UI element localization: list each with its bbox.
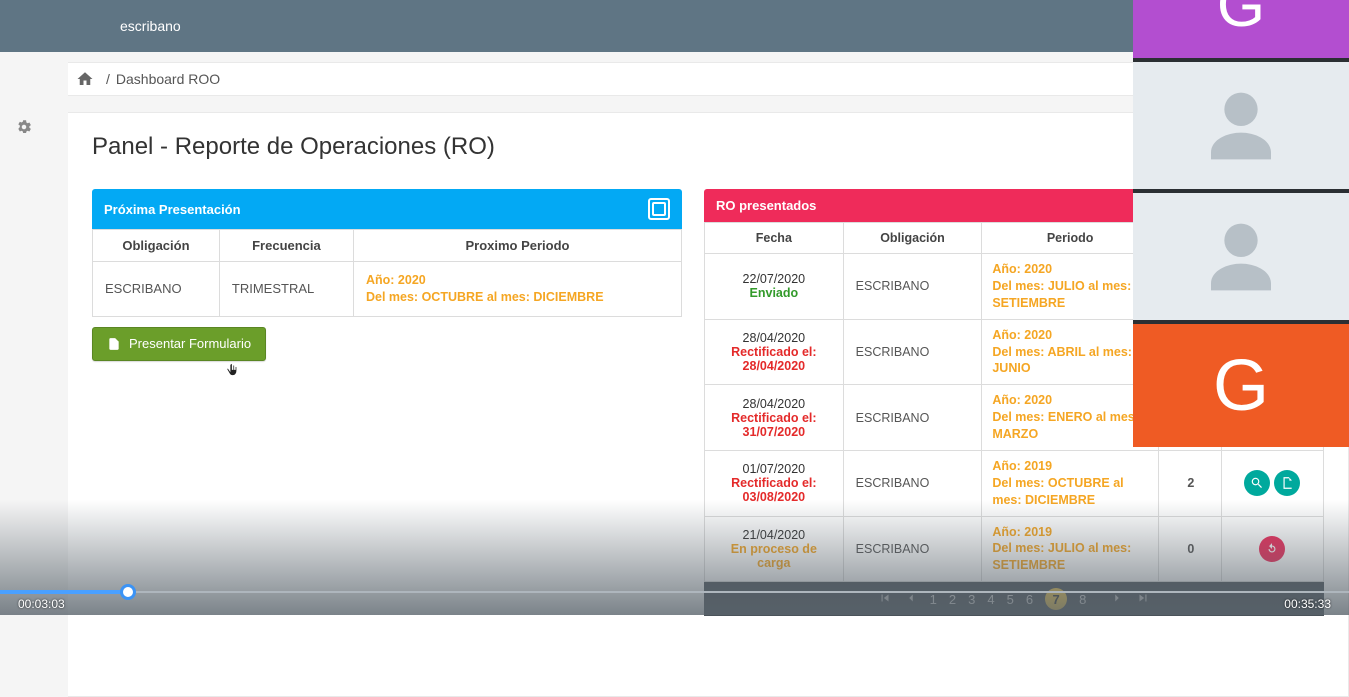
cell-regi: 0 (1158, 516, 1221, 582)
calendar-icon[interactable] (648, 198, 670, 220)
cell-fecha: 21/04/2020En proceso de carga (705, 516, 844, 582)
pager-page-4[interactable]: 4 (987, 592, 994, 607)
col-obligacion2: Obligación (843, 223, 982, 254)
pdf-icon[interactable] (1274, 470, 1300, 496)
cell-obligacion: ESCRIBANO (843, 319, 982, 385)
col-fecha: Fecha (705, 223, 844, 254)
videocall-participants-column: G G (1133, 0, 1349, 447)
cell-fecha: 28/04/2020Rectificado el: 31/07/2020 (705, 385, 844, 451)
cell-frecuencia: TRIMESTRAL (219, 262, 353, 317)
cell-obligacion: ESCRIBANO (843, 450, 982, 516)
cell-obligacion: ESCRIBANO (843, 254, 982, 320)
pager-page-3[interactable]: 3 (968, 592, 975, 607)
zoom-icon[interactable] (1244, 470, 1270, 496)
col-proximo-periodo: Proximo Periodo (353, 230, 681, 262)
refresh-icon[interactable] (1259, 536, 1285, 562)
col-obligacion: Obligación (93, 230, 220, 262)
table-row: ESCRIBANO TRIMESTRAL Año: 2020 Del mes: … (93, 262, 682, 317)
settings-gear-icon[interactable] (15, 118, 33, 141)
participant-initial: G (1213, 345, 1269, 427)
cell-periodo: Año: 2020Del mes: ENERO al mes: MARZO (982, 385, 1158, 451)
pager-page-1[interactable]: 1 (930, 592, 937, 607)
proxima-presentacion-panel: Próxima Presentación Obligación Frecuenc… (92, 189, 682, 616)
cell-fecha: 22/07/2020Enviado (705, 254, 844, 320)
logged-user-label: escribano (120, 18, 181, 34)
table-row: 01/07/2020Rectificado el: 03/08/2020ESCR… (705, 450, 1324, 516)
videocall-participant-3[interactable] (1133, 193, 1349, 320)
panel-left-title: Próxima Presentación (104, 202, 241, 217)
video-scrubber-played (0, 590, 128, 594)
periodo-line1: Año: 2020 (366, 273, 426, 287)
col-periodo2: Periodo (982, 223, 1158, 254)
periodo-line2: Del mes: OCTUBRE al mes: DICIEMBRE (366, 290, 604, 304)
pager-page-5[interactable]: 5 (1007, 592, 1014, 607)
presentar-formulario-button[interactable]: Presentar Formulario (92, 327, 266, 361)
cell-periodo: Año: 2020 Del mes: OCTUBRE al mes: DICIE… (353, 262, 681, 317)
panel-left-header: Próxima Presentación (92, 189, 682, 229)
presentar-formulario-label: Presentar Formulario (129, 336, 251, 351)
cell-regi: 2 (1158, 450, 1221, 516)
cell-periodo: Año: 2020Del mes: ABRIL al mes: JUNIO (982, 319, 1158, 385)
pager-page-8[interactable]: 8 (1079, 592, 1086, 607)
pager-last-icon[interactable] (1136, 591, 1150, 608)
cell-fecha: 28/04/2020Rectificado el: 28/04/2020 (705, 319, 844, 385)
col-frecuencia: Frecuencia (219, 230, 353, 262)
breadcrumb-sep: / (106, 71, 110, 87)
videocall-participant-1[interactable]: G (1133, 0, 1349, 58)
home-icon[interactable] (76, 70, 94, 88)
video-scrubber-handle[interactable] (120, 584, 136, 600)
cell-obligacion: ESCRIBANO (93, 262, 220, 317)
cell-actions (1221, 516, 1323, 582)
videocall-participant-2[interactable] (1133, 62, 1349, 189)
cell-obligacion: ESCRIBANO (843, 385, 982, 451)
pager-page-6[interactable]: 6 (1026, 592, 1033, 607)
cell-fecha: 01/07/2020Rectificado el: 03/08/2020 (705, 450, 844, 516)
pager-first-icon[interactable] (878, 591, 892, 608)
table-pager: 12345678 (704, 582, 1324, 616)
video-scrubber-track[interactable] (0, 591, 1349, 593)
proxima-presentacion-table: Obligación Frecuencia Proximo Periodo ES… (92, 229, 682, 317)
cell-actions (1221, 450, 1323, 516)
pager-next-icon[interactable] (1110, 591, 1124, 608)
cell-obligacion: ESCRIBANO (843, 516, 982, 582)
cell-periodo: Año: 2019Del mes: OCTUBRE al mes: DICIEM… (982, 450, 1158, 516)
breadcrumb-page[interactable]: Dashboard ROO (116, 71, 220, 87)
pager-prev-icon[interactable] (904, 591, 918, 608)
timecode-total: 00:35:33 (1284, 597, 1331, 611)
panel-right-title: RO presentados (716, 198, 816, 213)
videocall-participant-4-active[interactable]: G (1133, 324, 1349, 447)
cell-periodo: Año: 2020Del mes: JULIO al mes: SETIEMBR… (982, 254, 1158, 320)
cell-periodo: Año: 2019Del mes: JULIO al mes: SETIEMBR… (982, 516, 1158, 582)
table-row: 21/04/2020En proceso de cargaESCRIBANOAñ… (705, 516, 1324, 582)
pager-page-2[interactable]: 2 (949, 592, 956, 607)
timecode-current: 00:03:03 (18, 597, 65, 611)
